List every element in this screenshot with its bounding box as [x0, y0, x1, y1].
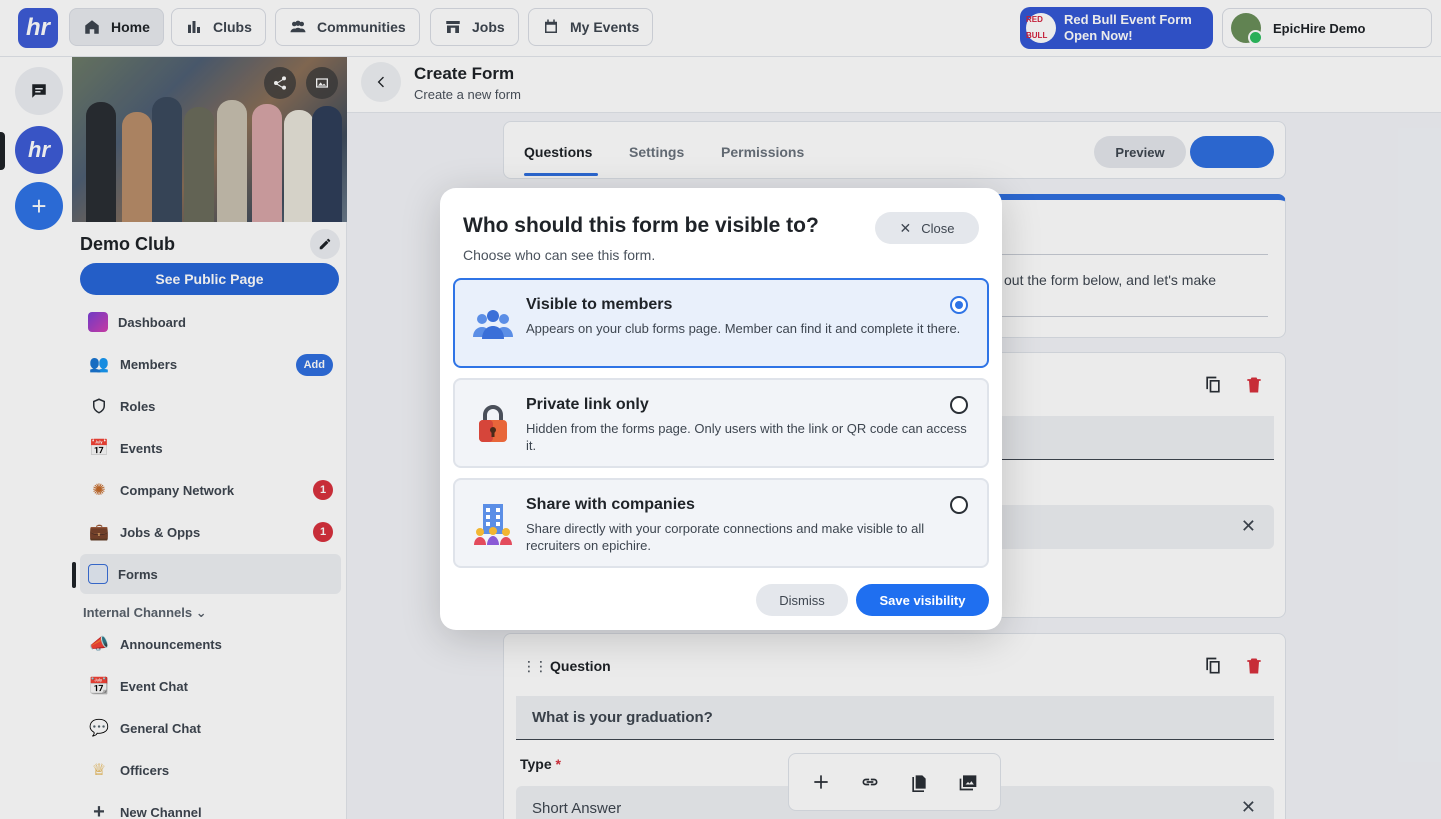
padlock-icon — [469, 400, 517, 448]
radio-private-link-only[interactable] — [950, 396, 968, 414]
close-button[interactable]: ✕ Close — [875, 212, 979, 244]
option-description: Appears on your club forms page. Member … — [526, 321, 961, 336]
save-visibility-button[interactable]: Save visibility — [856, 584, 989, 616]
dialog-title: Who should this form be visible to? — [463, 214, 819, 237]
close-icon: ✕ — [899, 219, 912, 236]
option-private-link-only[interactable]: Private link only Hidden from the forms … — [453, 378, 989, 468]
dismiss-button[interactable]: Dismiss — [756, 584, 848, 616]
close-label: Close — [921, 220, 955, 236]
dialog-subtitle: Choose who can see this form. — [463, 247, 656, 263]
option-description: Share directly with your corporate conne… — [526, 521, 925, 553]
option-share-with-companies[interactable]: Share with companies Share directly with… — [453, 478, 989, 568]
office-building-icon — [469, 500, 517, 548]
option-title: Private link only — [526, 396, 649, 413]
visibility-dialog: Who should this form be visible to? Choo… — [440, 188, 1002, 630]
option-title: Share with companies — [526, 496, 695, 513]
option-title: Visible to members — [526, 296, 673, 313]
option-visible-to-members[interactable]: Visible to members Appears on your club … — [453, 278, 989, 368]
option-description: Hidden from the forms page. Only users w… — [526, 421, 967, 453]
members-group-icon — [469, 300, 517, 348]
radio-share-with-companies[interactable] — [950, 496, 968, 514]
radio-visible-to-members[interactable] — [950, 296, 968, 314]
